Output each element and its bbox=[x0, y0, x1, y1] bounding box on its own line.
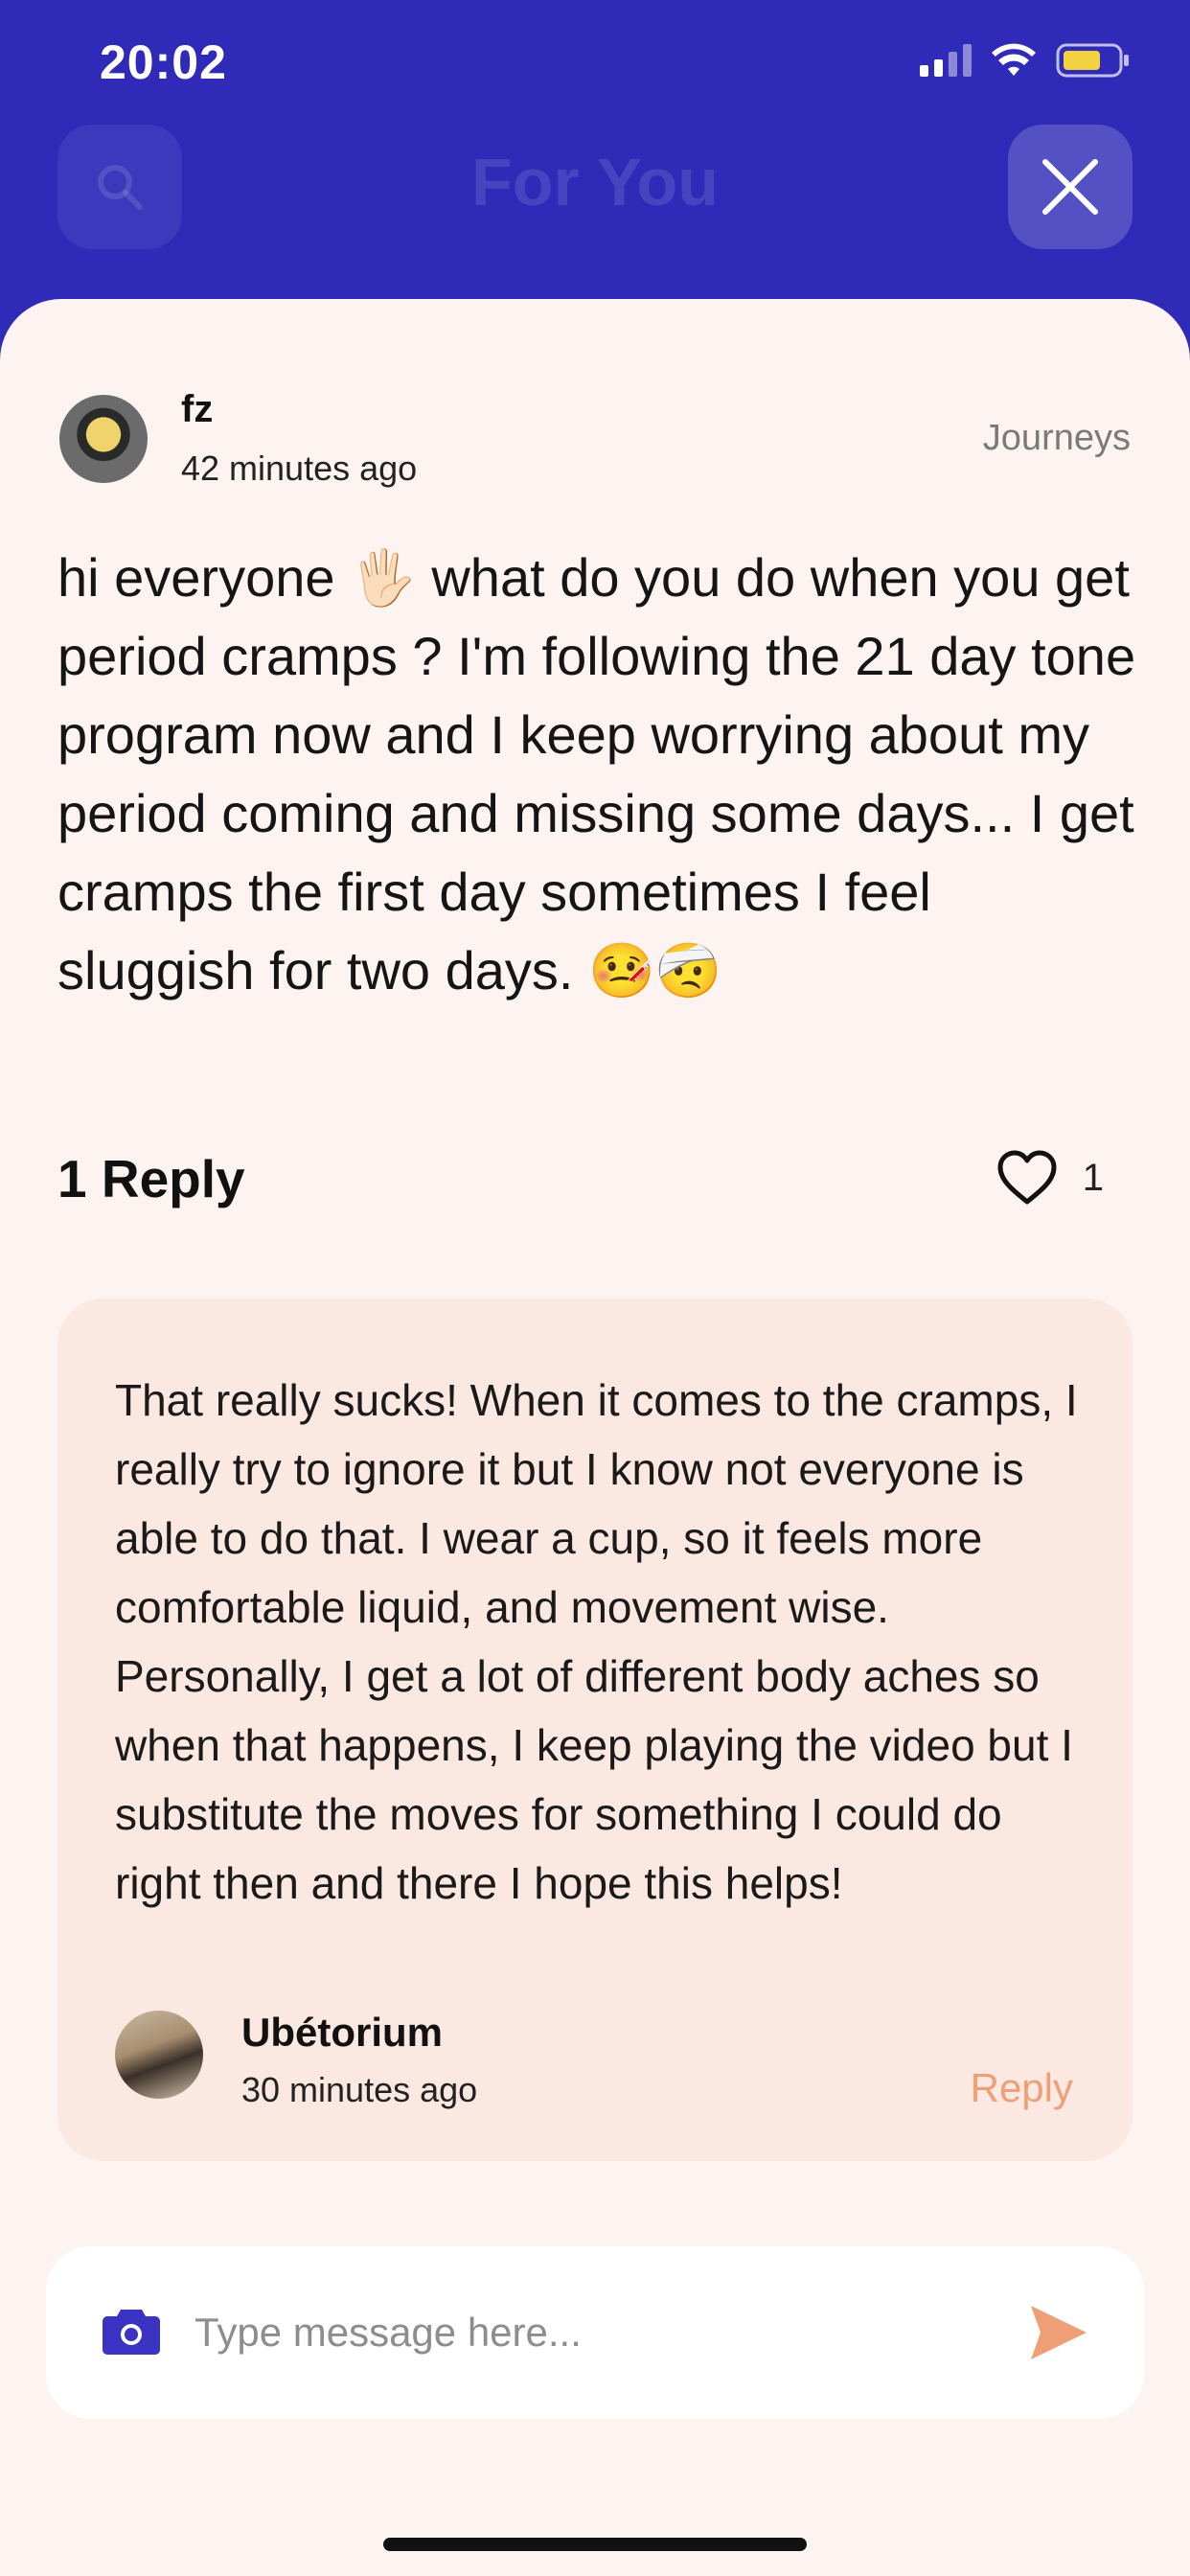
reply-body: That really sucks! When it comes to the … bbox=[115, 1375, 1078, 1908]
post-timestamp: 42 minutes ago bbox=[181, 448, 418, 488]
home-indicator[interactable] bbox=[383, 2538, 807, 2551]
post-body: hi everyone 🖐🏻 what do you do when you g… bbox=[57, 547, 1136, 1000]
status-time: 20:02 bbox=[100, 35, 227, 89]
reply-button[interactable]: Reply bbox=[971, 2065, 1073, 2111]
like-button[interactable]: 1 bbox=[996, 1150, 1104, 1206]
close-button[interactable] bbox=[1008, 125, 1133, 249]
message-composer bbox=[46, 2246, 1144, 2419]
heart-icon bbox=[997, 1150, 1057, 1205]
status-icons bbox=[920, 42, 1131, 79]
send-icon[interactable] bbox=[1029, 2304, 1088, 2361]
reply-author-name[interactable]: Ubétorium bbox=[241, 2010, 443, 2056]
camera-icon[interactable] bbox=[102, 2306, 161, 2356]
battery-icon bbox=[1056, 42, 1131, 79]
post-author-name[interactable]: fz bbox=[181, 388, 213, 431]
replies-count: 1 Reply bbox=[57, 1149, 245, 1208]
post-author-avatar[interactable] bbox=[59, 395, 148, 483]
reply-timestamp: 30 minutes ago bbox=[241, 2070, 478, 2109]
post-category[interactable]: Journeys bbox=[983, 418, 1131, 459]
close-icon bbox=[1042, 159, 1098, 215]
reply-card: That really sucks! When it comes to the … bbox=[57, 1299, 1133, 2161]
top-bar: 20:02 For You bbox=[0, 0, 1190, 326]
wifi-icon bbox=[991, 43, 1037, 78]
message-input[interactable] bbox=[195, 2294, 1018, 2371]
cellular-signal-icon bbox=[920, 44, 972, 77]
reply-author-avatar[interactable] bbox=[115, 2011, 203, 2099]
like-count: 1 bbox=[1082, 1156, 1104, 1199]
